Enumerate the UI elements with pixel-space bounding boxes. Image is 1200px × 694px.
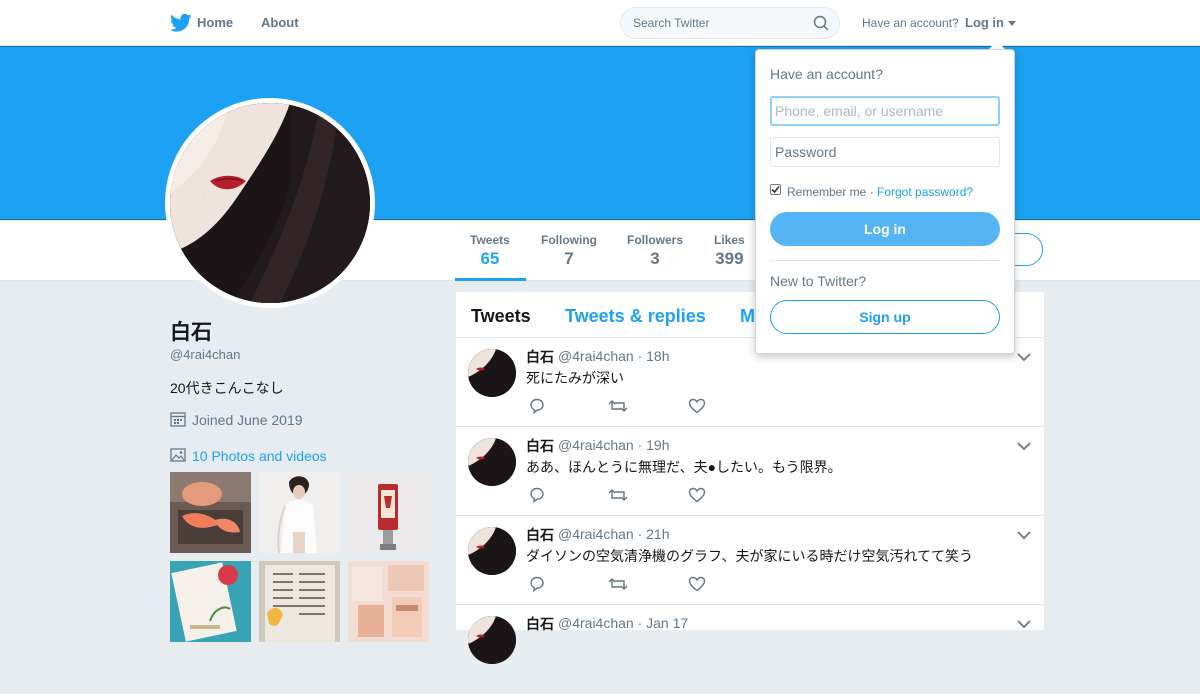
stat-label: Following xyxy=(541,233,597,247)
tweet-avatar[interactable] xyxy=(468,527,516,575)
tweet-author-name[interactable]: 白石 xyxy=(526,347,554,367)
stat-value: 3 xyxy=(650,249,660,268)
stat-value: 399 xyxy=(715,249,744,268)
tweet[interactable]: 白石 @4rai4chan · 19h ああ、ほんとうに無理だ、夫●したい。もう… xyxy=(456,427,1044,516)
stat-value: 7 xyxy=(564,249,574,268)
profile-avatar[interactable] xyxy=(165,98,375,308)
tweet-avatar[interactable] xyxy=(468,349,516,397)
tweet[interactable]: 白石 @4rai4chan · Jan 17 xyxy=(456,605,1044,694)
tweet-avatar[interactable] xyxy=(468,616,516,664)
chevron-down-icon[interactable] xyxy=(1017,441,1031,451)
remember-me-label[interactable]: Remember me · xyxy=(787,185,874,199)
heart-icon[interactable] xyxy=(688,487,706,503)
tweet[interactable]: 白石 @4rai4chan · 21h ダイソンの空気清浄機のグラフ、夫が家にい… xyxy=(456,516,1044,605)
password-field[interactable]: Password xyxy=(770,137,1000,167)
dropdown-title: Have an account? xyxy=(770,66,883,82)
stat-followers[interactable]: Followers 3 xyxy=(627,233,683,269)
tweet-avatar[interactable] xyxy=(468,438,516,486)
tweet-author-handle[interactable]: @4rai4chan · 18h xyxy=(558,348,670,364)
reply-icon[interactable] xyxy=(528,487,546,503)
forgot-password-link[interactable]: Forgot password? xyxy=(877,185,973,199)
profile-handle[interactable]: @4rai4chan xyxy=(170,347,240,362)
chevron-down-icon[interactable] xyxy=(1017,352,1031,362)
tweet-author-handle[interactable]: @4rai4chan · Jan 17 xyxy=(558,615,688,631)
login-dropdown: Have an account? Phone, email, or userna… xyxy=(755,49,1015,354)
tweet-text: ああ、ほんとうに無理だ、夫●したい。もう限界。 xyxy=(526,459,842,475)
stat-label: Followers xyxy=(627,233,684,247)
retweet-icon[interactable] xyxy=(608,576,628,592)
nav-home-link[interactable]: Home xyxy=(197,15,233,30)
tweet-text: 死にたみが深い xyxy=(526,370,624,386)
login-menu-button[interactable]: Log in xyxy=(965,15,1004,30)
username-placeholder: Phone, email, or username xyxy=(775,103,944,119)
photo-thumbnail[interactable] xyxy=(348,472,429,553)
tweet-author-name[interactable]: 白石 xyxy=(526,525,554,545)
retweet-icon[interactable] xyxy=(608,398,628,414)
reply-icon[interactable] xyxy=(528,398,546,414)
tab-tweets-replies[interactable]: Tweets & replies xyxy=(565,306,706,327)
login-button[interactable]: Log in xyxy=(770,212,1000,246)
avatar-photo xyxy=(170,103,370,303)
search-input[interactable]: Search Twitter xyxy=(620,7,840,39)
password-placeholder: Password xyxy=(775,144,837,160)
heart-icon[interactable] xyxy=(688,576,706,592)
stat-following[interactable]: Following 7 xyxy=(541,233,597,269)
tweet-author-handle[interactable]: @4rai4chan · 21h xyxy=(558,526,670,542)
dropdown-arrow xyxy=(989,41,1005,49)
nav-about-link[interactable]: About xyxy=(261,15,299,30)
stat-likes[interactable]: Likes 399 xyxy=(714,233,745,269)
profile-bio: 20代きこんこなし xyxy=(170,380,284,396)
tab-tweets[interactable]: Tweets xyxy=(471,306,531,327)
tab-media[interactable]: M xyxy=(740,306,755,327)
chevron-down-icon[interactable] xyxy=(1017,530,1031,540)
twitter-bird-icon[interactable] xyxy=(170,13,192,33)
stat-label: Tweets xyxy=(470,233,510,247)
chevron-down-icon[interactable] xyxy=(1008,21,1016,26)
chevron-down-icon[interactable] xyxy=(1017,619,1031,629)
joined-date: Joined June 2019 xyxy=(192,412,303,428)
calendar-icon xyxy=(170,412,186,427)
retweet-icon[interactable] xyxy=(608,487,628,503)
search-icon[interactable] xyxy=(813,15,829,31)
tweet-author-name[interactable]: 白石 xyxy=(526,436,554,456)
photo-thumbnail[interactable] xyxy=(170,472,251,553)
reply-icon[interactable] xyxy=(528,576,546,592)
profile-name[interactable]: 白石 xyxy=(170,316,212,346)
signup-button[interactable]: Sign up xyxy=(770,300,1000,334)
have-account-text: Have an account? xyxy=(862,16,959,30)
image-icon xyxy=(170,448,186,462)
photo-thumbnail[interactable] xyxy=(259,472,340,553)
tweet-author-handle[interactable]: @4rai4chan · 19h xyxy=(558,437,670,453)
tweet-author-name[interactable]: 白石 xyxy=(526,614,554,634)
remember-me-checkbox[interactable] xyxy=(770,184,781,195)
heart-icon[interactable] xyxy=(688,398,706,414)
stat-tweets[interactable]: Tweets 65 xyxy=(470,233,510,269)
username-field[interactable]: Phone, email, or username xyxy=(770,96,1000,126)
top-navigation: Home About Search Twitter Have an accoun… xyxy=(0,0,1200,46)
stat-label: Likes xyxy=(714,233,745,247)
new-to-twitter-text: New to Twitter? xyxy=(770,273,867,289)
tweet-text: ダイソンの空気清浄機のグラフ、夫が家にいる時だけ空気汚れてて笑う xyxy=(526,548,974,564)
photos-videos-link[interactable]: 10 Photos and videos xyxy=(192,448,327,464)
divider xyxy=(770,260,1000,261)
stat-value: 65 xyxy=(480,249,500,268)
active-tab-underline xyxy=(455,278,526,281)
search-placeholder: Search Twitter xyxy=(633,16,710,30)
